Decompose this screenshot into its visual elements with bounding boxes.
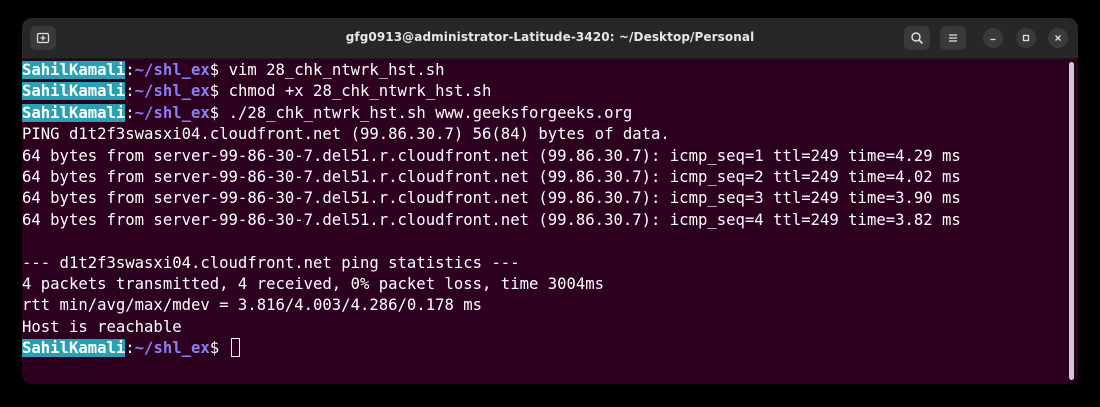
prompt-path: ~/shl_ex: [134, 103, 210, 122]
scrollbar[interactable]: [1069, 62, 1074, 380]
output-line: 64 bytes from server-99-86-30-7.del51.r.…: [22, 189, 961, 208]
command-line: SahilKamali:~/shl_ex$ ./28_chk_ntwrk_hst…: [22, 103, 1062, 124]
output-line: 64 bytes from server-99-86-30-7.del51.r.…: [22, 210, 961, 229]
text-cursor: [230, 338, 240, 358]
output-line: 64 bytes from server-99-86-30-7.del51.r.…: [22, 146, 961, 165]
prompt-symbol: $: [209, 103, 229, 122]
prompt-path: ~/shl_ex: [134, 82, 210, 101]
minimize-button[interactable]: [983, 28, 1003, 48]
output-line: 64 bytes from server-99-86-30-7.del51.r.…: [22, 167, 961, 186]
minimize-icon: [990, 38, 996, 41]
prompt-separator: :: [125, 82, 135, 101]
output-line: rtt min/avg/max/mdev = 3.816/4.003/4.286…: [22, 296, 483, 315]
command-text: chmod +x 28_chk_ntwrk_hst.sh: [228, 82, 492, 101]
command-line[interactable]: SahilKamali:~/shl_ex$: [22, 338, 1062, 359]
prompt-separator: :: [125, 339, 135, 358]
prompt-symbol: $: [209, 61, 229, 79]
menu-button[interactable]: [940, 26, 966, 50]
command-line: SahilKamali:~/shl_ex$ chmod +x 28_chk_nt…: [22, 81, 1062, 102]
output-line: Host is reachable: [22, 317, 182, 336]
prompt-user: SahilKamali: [22, 82, 126, 101]
close-icon: [1055, 35, 1061, 41]
maximize-icon: [1022, 34, 1030, 42]
prompt-symbol: $: [209, 82, 229, 101]
close-button[interactable]: [1048, 28, 1068, 48]
hamburger-menu-icon: [949, 34, 957, 42]
prompt-user: SahilKamali: [22, 339, 126, 358]
output-line: --- d1t2f3swasxi04.cloudfront.net ping s…: [22, 253, 520, 272]
command-text: ./28_chk_ntwrk_hst.sh www.geeksforgeeks.…: [228, 103, 633, 122]
prompt-symbol: $: [209, 339, 229, 358]
command-text: vim 28_chk_ntwrk_hst.sh: [228, 61, 445, 79]
maximize-button[interactable]: [1016, 28, 1036, 48]
command-line: SahilKamali:~/shl_ex$ vim 28_chk_ntwrk_h…: [22, 60, 1062, 81]
prompt-path: ~/shl_ex: [134, 61, 210, 79]
terminal-output[interactable]: SahilKamali:~/shl_ex$ vim 28_chk_ntwrk_h…: [22, 59, 1062, 384]
prompt-user: SahilKamali: [22, 103, 126, 122]
title-bar: gfg0913@administrator-Latitude-3420: ~/D…: [22, 18, 1078, 59]
prompt-user: SahilKamali: [22, 61, 126, 79]
output-line: PING d1t2f3swasxi04.cloudfront.net (99.8…: [22, 125, 670, 144]
search-icon: [911, 32, 924, 45]
output-line: 4 packets transmitted, 4 received, 0% pa…: [22, 274, 605, 293]
prompt-separator: :: [125, 61, 135, 79]
terminal-window: gfg0913@administrator-Latitude-3420: ~/D…: [22, 18, 1078, 384]
prompt-separator: :: [125, 103, 135, 122]
search-button[interactable]: [904, 26, 930, 50]
prompt-path: ~/shl_ex: [134, 339, 210, 358]
